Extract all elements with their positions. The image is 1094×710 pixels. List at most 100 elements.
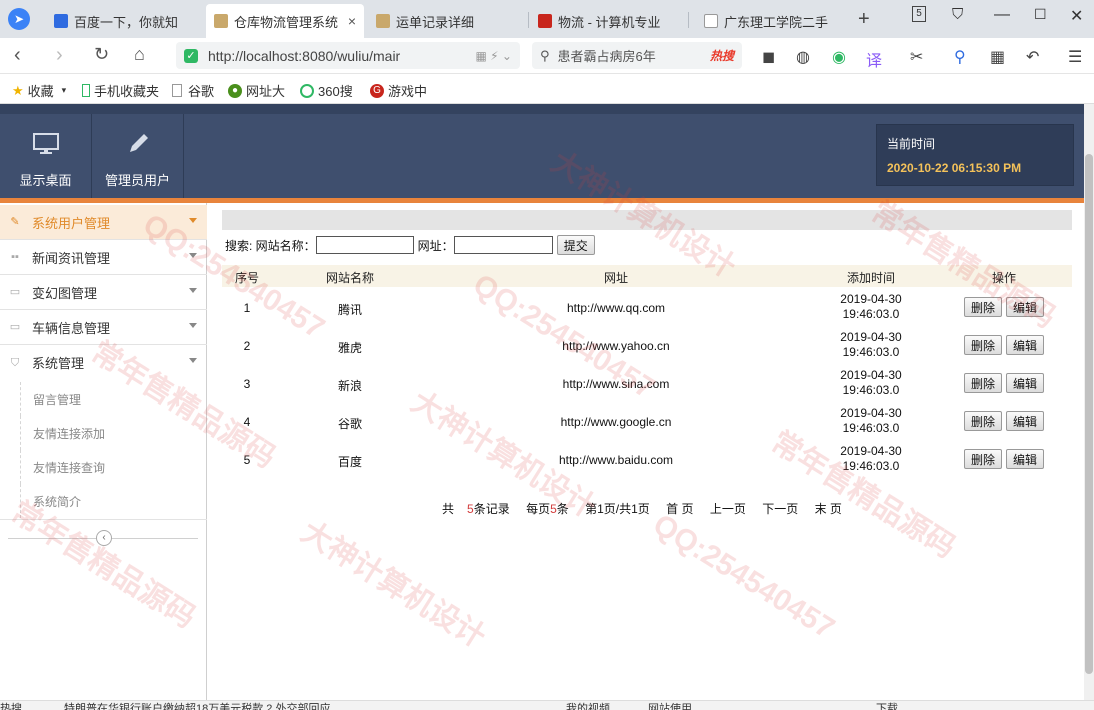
bookmark-favorites[interactable]: ★ 收藏 ▾ <box>12 81 66 100</box>
back-icon[interactable]: ‹ <box>14 44 21 67</box>
delete-button[interactable]: 删除 <box>964 449 1003 469</box>
bookmark-mobile[interactable]: 手机收藏夹 <box>82 81 159 100</box>
bookmark-360[interactable]: 360搜 <box>300 81 353 100</box>
sidebar-item-news[interactable]: ▪▪ 新闻资讯管理 <box>0 240 207 275</box>
reload-icon[interactable]: ↻ <box>94 44 109 65</box>
delete-button[interactable]: 删除 <box>964 373 1003 393</box>
tab-waybill[interactable]: 运单记录详细 <box>368 4 528 38</box>
close-window-icon[interactable]: ✕ <box>1070 6 1083 26</box>
cell-id: 4 <box>243 415 251 429</box>
submenu-messages[interactable]: 留言管理 <box>20 382 207 416</box>
column-header-name: 网站名称 <box>325 271 375 285</box>
status-my-video[interactable]: 我的视频 <box>566 701 610 710</box>
cell-time: 2019-04-30 19:46:03.0 <box>840 292 901 322</box>
collapse-sidebar-icon[interactable]: ‹ <box>96 530 112 546</box>
bookmark-google[interactable]: 谷歌 <box>172 81 214 100</box>
site-name-input[interactable] <box>315 236 414 254</box>
extension-chat-icon[interactable]: ◉ <box>832 47 846 67</box>
translate-icon[interactable]: 译 <box>866 47 882 71</box>
status-news-ticker[interactable]: 特朗普在华银行账户缴纳超18万美元税款 2 外交部回应 <box>64 701 330 710</box>
undo-icon[interactable]: ↶ <box>1026 47 1039 67</box>
bookmark-games[interactable]: G 游戏中 <box>370 81 427 100</box>
sidebar-item-system[interactable]: ⛉ 系统管理 <box>0 345 207 380</box>
status-download[interactable]: 下载 <box>876 701 898 710</box>
current-time-panel: 当前时间 2020-10-22 06:15:30 PM <box>876 124 1074 186</box>
scrollbar-thumb[interactable] <box>1085 154 1093 674</box>
scissors-icon[interactable]: ✂ <box>910 47 923 67</box>
cell-id: 1 <box>243 301 251 315</box>
content-title-bar <box>222 210 1072 230</box>
tab-count-icon[interactable]: 5 <box>912 6 926 22</box>
submenu-add-link[interactable]: 友情连接添加 <box>20 416 207 450</box>
delete-button[interactable]: 删除 <box>964 335 1003 355</box>
next-page-link[interactable]: 下一页 <box>762 502 798 516</box>
extension-game-icon[interactable]: ◼ <box>762 47 775 67</box>
submit-button[interactable]: 提交 <box>556 235 595 255</box>
games-icon: G <box>370 83 384 98</box>
submenu-query-links[interactable]: 友情连接查询 <box>20 450 207 484</box>
minimize-icon[interactable]: — <box>994 6 1010 24</box>
maximize-icon[interactable]: ☐ <box>1034 6 1047 23</box>
browser-logo-icon[interactable]: ➤ <box>8 8 30 30</box>
url-input[interactable] <box>453 236 553 254</box>
edit-button[interactable]: 编辑 <box>1006 335 1045 355</box>
bookmark-label: 网址大 <box>246 84 286 99</box>
tab-title: 仓库物流管理系统 <box>234 14 339 30</box>
edit-button[interactable]: 编辑 <box>1006 411 1045 431</box>
tab-logistics[interactable]: 物流 - 计算机专业 <box>530 4 688 38</box>
sidebar-item-system-users[interactable]: ✎ 系统用户管理 <box>0 205 207 240</box>
nav-admin-user[interactable]: 管理员用户 <box>92 114 184 198</box>
row-actions: 删除 编辑 <box>964 411 1045 431</box>
mobile-icon <box>82 84 90 97</box>
page-scrollbar[interactable] <box>1084 104 1094 700</box>
url-text: http://localhost:8080/wuliu/mair <box>208 47 401 64</box>
cell-clock: 19:46:03.0 <box>842 345 900 359</box>
sidebar-item-label: 系统用户管理 <box>32 215 111 231</box>
prev-page-link[interactable]: 上一页 <box>710 502 746 516</box>
shirt-skin-icon[interactable]: ⛉ <box>952 6 963 23</box>
new-tab-icon[interactable]: + <box>858 8 870 31</box>
cell-time: 2019-04-30 19:46:03.0 <box>840 330 901 360</box>
forward-icon[interactable]: › <box>56 44 63 67</box>
cell-clock: 19:46:03.0 <box>842 459 900 473</box>
extension-globe-icon[interactable]: ◍ <box>796 47 810 67</box>
watermark-text: 大神计算机设计 <box>295 515 491 655</box>
tab-baidu[interactable]: 百度一下，你就知 <box>46 4 206 38</box>
zoom-icon[interactable]: ⚲ <box>954 47 966 67</box>
close-tab-icon[interactable]: × <box>342 13 356 29</box>
submenu-label: 友情连接查询 <box>33 460 106 475</box>
last-page-link[interactable]: 末 页 <box>815 502 842 516</box>
page-favicon-icon <box>376 14 390 28</box>
status-hot-label[interactable]: 热搜 <box>0 701 22 710</box>
cell-date: 2019-04-30 <box>840 444 902 458</box>
cell-clock: 19:46:03.0 <box>842 307 900 321</box>
cell-url: http://www.sina.com <box>562 377 670 391</box>
submenu-system-intro[interactable]: 系统简介 <box>20 484 207 518</box>
edit-button[interactable]: 编辑 <box>1006 373 1045 393</box>
edit-button[interactable]: 编辑 <box>1006 297 1045 317</box>
nav-show-desktop[interactable]: 显示桌面 <box>0 114 92 198</box>
home-icon[interactable]: ⌂ <box>134 44 145 65</box>
delete-button[interactable]: 删除 <box>964 411 1003 431</box>
menu-icon[interactable]: ☰ <box>1068 47 1082 67</box>
edit-button[interactable]: 编辑 <box>1006 449 1045 469</box>
chevron-down-icon <box>189 288 197 293</box>
hot-search-badge[interactable]: 热搜 <box>710 47 734 64</box>
apps-grid-icon[interactable]: ▦ <box>990 47 1005 67</box>
cell-time: 2019-04-30 19:46:03.0 <box>840 444 901 474</box>
tab-guangdong[interactable]: 广东理工学院二手 <box>696 4 848 38</box>
delete-button[interactable]: 删除 <box>964 297 1003 317</box>
site-nav-icon: ● <box>228 83 242 98</box>
sidebar-item-vehicles[interactable]: ▭ 车辆信息管理 <box>0 310 207 345</box>
search-box[interactable]: ⚲ 患者霸占病房6年 热搜 <box>532 42 742 69</box>
status-site-usage[interactable]: 网站使用 <box>648 701 692 710</box>
sidebar-item-slideshow[interactable]: ▭ 变幻图管理 <box>0 275 207 310</box>
page-info: 第1页/共1页 <box>585 502 650 516</box>
tab-warehouse-system[interactable]: 仓库物流管理系统 × <box>206 4 364 38</box>
bookmark-site-nav[interactable]: ● 网址大 <box>228 81 285 100</box>
first-page-link[interactable]: 首 页 <box>666 502 693 516</box>
cell-clock: 19:46:03.0 <box>842 383 900 397</box>
document-icon <box>704 14 718 28</box>
qr-and-dropdown-icon[interactable]: ▦ ⚡ ⌄ <box>476 49 513 63</box>
url-field[interactable]: ✓ http://localhost:8080/wuliu/mair ▦ ⚡ ⌄ <box>176 42 520 69</box>
